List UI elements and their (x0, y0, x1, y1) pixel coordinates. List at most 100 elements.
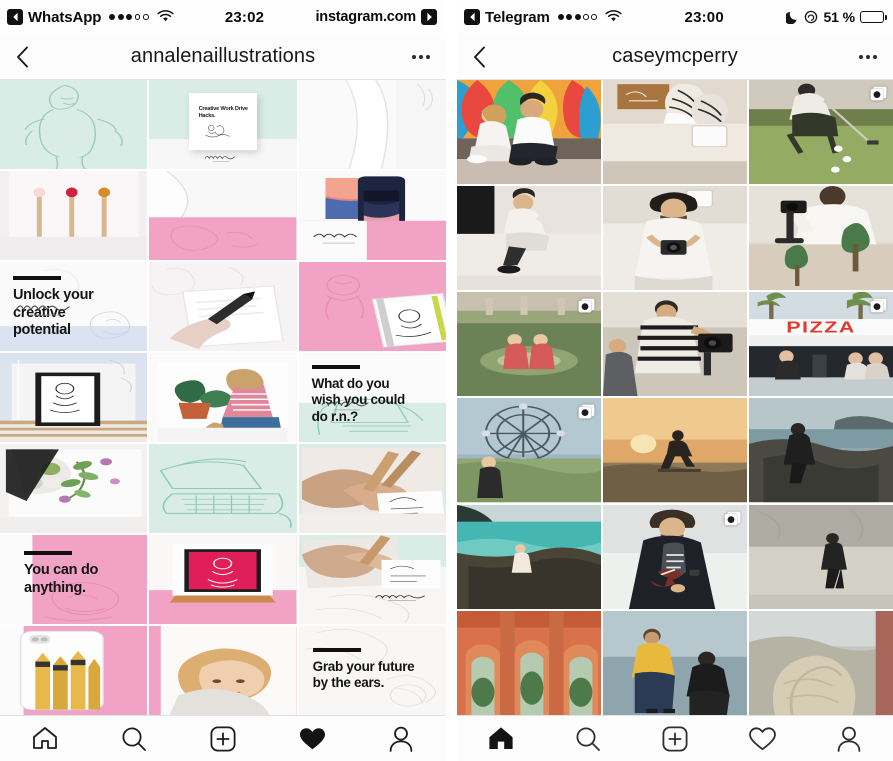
more-options-icon[interactable] (412, 54, 430, 59)
tab-add-post[interactable] (195, 719, 251, 759)
cell-wall-walker[interactable] (749, 504, 893, 609)
status-left-group: WhatsApp (7, 9, 174, 26)
cell-fountain-park[interactable] (457, 292, 601, 397)
status-right-group: 51 % (786, 9, 887, 25)
book-doodle-icon (205, 124, 230, 138)
cell-lagoon[interactable] (457, 504, 601, 609)
status-right-group: instagram.com (315, 9, 437, 25)
cell-palette[interactable] (0, 444, 148, 533)
cell-arches[interactable] (457, 610, 601, 715)
cell-quote-grab[interactable]: Grab your future by the ears. (298, 626, 446, 715)
signal-strength-dots (109, 14, 149, 20)
cell-gimbal-operator[interactable] (749, 186, 893, 291)
host-label: instagram.com (315, 9, 416, 25)
cell-paper-curl[interactable] (149, 171, 297, 260)
cell-football-man[interactable] (603, 504, 747, 609)
tab-add-post[interactable] (647, 719, 703, 759)
status-clock: 23:02 (224, 8, 265, 26)
tab-activity[interactable] (734, 719, 790, 759)
cell-blonde-girl[interactable] (149, 626, 297, 715)
more-options-icon[interactable] (859, 54, 877, 59)
cell-quote-wish[interactable]: What do you wish you could do r.n.? (298, 353, 446, 442)
cell-pencils-case[interactable] (0, 626, 148, 715)
phone-divider (446, 0, 457, 761)
quote-rule (311, 365, 360, 369)
page-title: caseymcperry (612, 45, 738, 67)
status-bar-left: WhatsApp 23:02 instagram.com (0, 0, 446, 34)
cell-framed-print[interactable] (0, 353, 148, 442)
tab-profile[interactable] (821, 719, 877, 759)
cell-girl-plant[interactable] (149, 353, 297, 442)
back-to-app-icon[interactable] (7, 9, 23, 25)
rotation-lock-icon (804, 10, 818, 24)
cell-quote-anything[interactable]: You can do anything. (0, 535, 148, 624)
lagoon-rocks-art (457, 504, 601, 609)
cell-couple-mural[interactable] (457, 80, 601, 185)
carousel-icon (578, 298, 595, 314)
tab-bar-left[interactable] (0, 715, 446, 761)
cell-sunset-jump[interactable] (603, 398, 747, 503)
cell-pizza-stand[interactable]: PIZZA (749, 292, 893, 397)
carousel-icon (578, 404, 595, 420)
cell-cliff-man[interactable] (749, 398, 893, 503)
signature-mark (15, 305, 70, 316)
boulder-rock-art (749, 610, 893, 715)
quote-rule (24, 551, 72, 555)
pizza-caption: PIZZA (786, 319, 856, 336)
girl-with-plant-art (149, 353, 297, 442)
sunset-jump-art (603, 398, 747, 503)
tab-activity[interactable] (284, 719, 340, 759)
couple-mural-art (457, 80, 601, 185)
forward-arrow-icon[interactable] (421, 9, 437, 25)
nav-bar-left: annalenaillustrations (0, 34, 446, 80)
cell-sketch-mint[interactable] (0, 80, 148, 169)
sketchbook-art (298, 262, 446, 351)
cell-seated-man[interactable] (457, 186, 601, 291)
cell-pink-sketchbook[interactable] (298, 262, 446, 351)
cell-boulder[interactable] (749, 610, 893, 715)
cell-yellow-jacket[interactable] (603, 610, 747, 715)
dual-phone-screenshot: WhatsApp 23:02 instagram.com annalenaill… (0, 0, 893, 761)
back-chevron-icon[interactable] (473, 46, 499, 68)
cell-hand-writing[interactable] (149, 262, 297, 351)
status-center-group: 23:02 (174, 9, 316, 26)
back-app-label[interactable]: Telegram (485, 9, 550, 26)
back-to-app-icon[interactable] (464, 9, 480, 25)
cell-ferris-wheel[interactable] (457, 398, 601, 503)
moon-icon (786, 10, 799, 24)
status-center-group: 23:00 (622, 9, 787, 26)
cell-matches[interactable] (0, 171, 148, 260)
seated-man-art (457, 186, 601, 291)
cell-hands-drawing[interactable] (298, 444, 446, 533)
cell-quote-unlock[interactable]: Unlock your creative potential (0, 262, 148, 351)
status-left-group: Telegram (464, 9, 622, 26)
cell-mint-typewriter[interactable] (149, 444, 297, 533)
cell-phone-case[interactable] (298, 171, 446, 260)
tab-home[interactable] (473, 719, 529, 759)
tab-search[interactable] (106, 719, 162, 759)
tab-search[interactable] (560, 719, 616, 759)
paint-palette-art (0, 444, 148, 533)
quote-text: Grab your future by the ears. (312, 659, 415, 691)
tab-bar-right[interactable] (457, 715, 893, 761)
tab-profile[interactable] (373, 719, 429, 759)
profile-grid-left[interactable]: Creative Work Drive Hacks. Unlock your c… (0, 80, 446, 715)
back-app-label[interactable]: WhatsApp (28, 9, 101, 26)
cell-filming-crew[interactable] (603, 292, 747, 397)
carousel-icon (870, 86, 887, 101)
cell-golfer[interactable] (749, 80, 893, 185)
cell-sketch-pale[interactable] (298, 535, 446, 624)
cell-white-paper[interactable] (298, 80, 446, 169)
tab-home[interactable] (17, 719, 73, 759)
pale-sketch-art (298, 535, 446, 624)
book-cover-caption: Creative Work Drive Hacks. (198, 105, 248, 119)
cell-book-mockup[interactable]: Creative Work Drive Hacks. (149, 80, 297, 169)
page-title: annalenaillustrations (130, 45, 316, 67)
cell-camera-man[interactable] (603, 186, 747, 291)
cell-sneakers[interactable] (603, 80, 747, 185)
back-chevron-icon[interactable] (16, 46, 42, 68)
profile-grid-right[interactable]: PIZZA (457, 80, 893, 715)
sketch-figure-art (24, 84, 123, 169)
matchsticks-art (0, 171, 148, 260)
cell-pink-poster[interactable] (149, 535, 297, 624)
